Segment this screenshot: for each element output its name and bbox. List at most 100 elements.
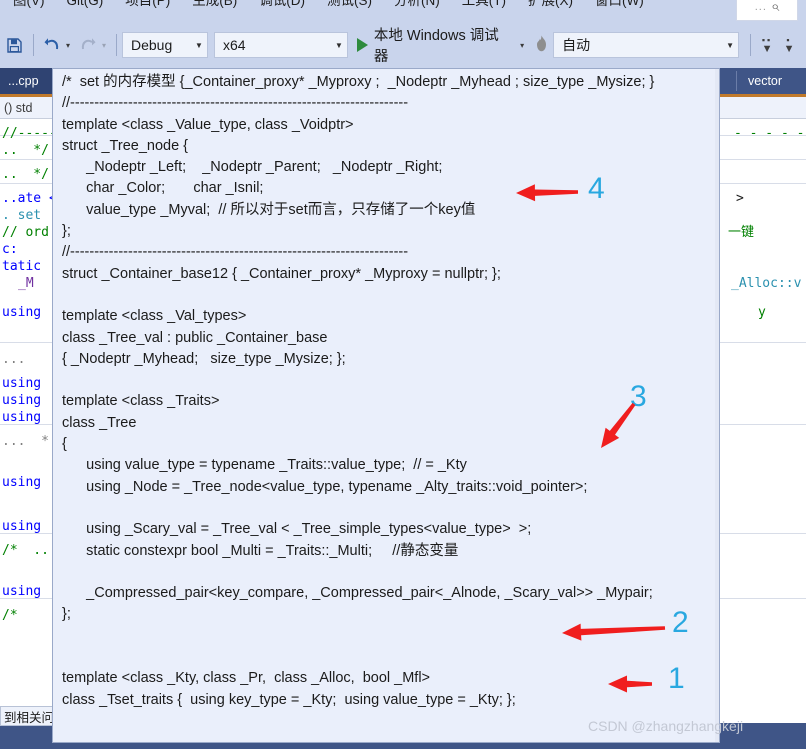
start-debugging-label: 本地 Windows 调试器 (373, 28, 499, 65)
tooltip-code-line: class _Tree_val : public _Container_base (62, 329, 328, 346)
annotation-arrow-2 (562, 623, 666, 641)
editor-code-line: using (2, 519, 42, 534)
tooltip-code-line: _Nodeptr _Left; _Nodeptr _Parent; _Nodep… (62, 159, 443, 176)
menu-view[interactable]: 图(V) (2, 0, 56, 12)
toolbar-separator-2 (115, 34, 117, 56)
tooltip-code-line: }; (62, 223, 71, 240)
search-button[interactable]: ... ⌕ (736, 0, 798, 21)
solution-platform-value: x64 (222, 37, 246, 53)
editor-code-line: using (2, 376, 42, 391)
tab-divider-2 (736, 71, 737, 91)
step-into-icon[interactable]: ▪▪ ▼ (756, 36, 778, 55)
editor-code-line: using (2, 584, 42, 599)
editor-code-line: // ord (2, 225, 49, 240)
menu-bar: 图(V) Git(G) 项目(P) 生成(B) 调试(D) 测试(S) 分析(N) 工具(T)… (0, 0, 806, 22)
tooltip-code-line: struct _Tree_node { (62, 137, 189, 154)
status-chip[interactable]: 到相关问 (0, 706, 59, 726)
tooltip-code-line: value_type _Myval; // 所以对于set而言，只存储了一个ke… (62, 201, 476, 218)
annotation-arrow-3 (601, 402, 636, 448)
save-all-icon[interactable] (2, 30, 28, 60)
editor-code-line: _M (18, 276, 34, 291)
tooltip-code-line: static constexpr bool _Multi = _Traits::… (62, 542, 459, 559)
tooltip-code-line: /* set 的内存模型 {_Container_proxy* _Myproxy… (62, 74, 655, 90)
editor-code-line: ... * (2, 434, 49, 449)
tooltip-code-line: //--------------------------------------… (62, 244, 409, 261)
menu-project[interactable]: 项目(P) (114, 0, 181, 12)
toolbar-right-group: ▪▪ ▼ ▪ ▼ (745, 34, 806, 56)
editor-code-line: > (736, 191, 744, 206)
tooltip-code-line: using _Scary_val = _Tree_val < _Tree_sim… (62, 521, 532, 538)
tooltip-code-line: struct _Container_base12 { _Container_pr… (62, 265, 501, 282)
tooltip-code-line (62, 562, 717, 583)
solution-platform-dropdown[interactable]: x64 ▼ (213, 32, 348, 58)
undo-icon[interactable] (39, 30, 65, 60)
editor-code-line: - - - - - - (734, 126, 805, 141)
editor-tab-vector-label: vector (748, 74, 783, 88)
breadcrumb-label: () std (4, 100, 33, 115)
step-into-arrow: ▼ (761, 43, 773, 55)
play-icon (356, 38, 368, 52)
watermark: CSDN @zhangzhangkeji (588, 718, 744, 734)
menu-window[interactable]: 窗口(W) (584, 0, 655, 12)
start-debugging-caret-icon[interactable]: ▾ (520, 41, 524, 50)
tooltip-code-line: { _Nodeptr _Myhead; size_type _Mysize; }… (62, 350, 346, 367)
tooltip-code-line: //--------------------------------------… (62, 95, 409, 112)
step-over-arrow: ▼ (783, 43, 795, 55)
visual-studio-window: 图(V) Git(G) 项目(P) 生成(B) 调试(D) 测试(S) 分析(N) 工具(T)… (0, 0, 806, 749)
editor-code-line: using (2, 410, 42, 425)
editor-code-line: /* .. (2, 543, 49, 558)
status-chip-label: 到相关问 (4, 710, 55, 725)
tooltip-code-line: char _Color; char _Isnil; (62, 180, 264, 197)
editor-code-line: 一键 (728, 225, 755, 240)
editor-code-line: . set (2, 208, 42, 223)
editor-code-line: ..ate < (2, 191, 57, 206)
search-icon: ⌕ (770, 0, 780, 15)
editor-code-line: tatic (2, 259, 42, 274)
editor-code-line: /* (2, 608, 18, 623)
redo-icon (75, 30, 101, 60)
overflow-dots-icon: ... (754, 0, 767, 13)
menu-git[interactable]: Git(G) (56, 0, 115, 12)
menu-tools[interactable]: 工具(T) (451, 0, 517, 12)
debug-target-value: 自动 (562, 37, 591, 53)
tooltip-code-line (62, 285, 717, 306)
annotation-arrow-1 (608, 675, 652, 693)
toolbar-separator (32, 34, 34, 56)
editor-code-line: ... (2, 352, 26, 367)
chevron-down-icon: ▼ (334, 40, 343, 50)
chevron-down-icon: ▼ (726, 40, 735, 50)
menu-debug[interactable]: 调试(D) (248, 0, 316, 12)
menu-build[interactable]: 生成(B) (181, 0, 248, 12)
editor-code-line: c: (2, 242, 18, 257)
menu-analyze[interactable]: 分析(N) (383, 0, 451, 12)
tooltip-code-line: template <class _Value_type, class _Void… (62, 116, 354, 133)
editor-code-line: _Alloc::v (731, 276, 802, 291)
menu-test[interactable]: 测试(S) (316, 0, 383, 12)
redo-dropdown-caret-icon: ▾ (101, 40, 106, 50)
menu-extensions[interactable]: 扩展(X) (517, 0, 584, 12)
editor-code-line: .. */ (2, 143, 49, 158)
tooltip-code-line: template <class _Val_types> (62, 308, 247, 325)
debug-target-dropdown[interactable]: 自动 ▼ (553, 32, 740, 58)
editor-code-line: y (758, 305, 766, 320)
start-debugging-button[interactable]: 本地 Windows 调试器 ▾ (354, 28, 532, 65)
editor-tab-cpp-label: ...cpp (8, 74, 39, 88)
hot-reload-icon[interactable] (535, 35, 548, 56)
undo-dropdown-caret-icon[interactable]: ▾ (66, 41, 70, 50)
standard-toolbar: ▾ ▾ Debug ▼ x64 ▼ 本地 Windows 调试器 ▾ 自动 ▼ … (0, 22, 806, 68)
tooltip-code-line (62, 498, 717, 519)
step-over-icon[interactable]: ▪ ▼ (778, 36, 800, 55)
annotation-arrow-4 (516, 184, 578, 202)
solution-configuration-dropdown[interactable]: Debug ▼ (121, 32, 208, 58)
editor-code-line: using (2, 393, 42, 408)
editor-code-line: using (2, 475, 42, 490)
tooltip-code-line: _Compressed_pair<key_compare, _Compresse… (62, 585, 653, 602)
editor-code-line: using (2, 305, 42, 320)
chevron-down-icon: ▼ (195, 40, 203, 50)
toolbar-separator-3 (750, 34, 752, 56)
tooltip-scrollbar[interactable] (715, 69, 719, 742)
editor-code-line: .. */ (2, 167, 49, 182)
solution-configuration-value: Debug (130, 37, 173, 53)
tooltip-code-line: using _Node = _Tree_node<value_type, typ… (62, 478, 588, 495)
editor-tab-vector[interactable]: vector (740, 68, 791, 94)
